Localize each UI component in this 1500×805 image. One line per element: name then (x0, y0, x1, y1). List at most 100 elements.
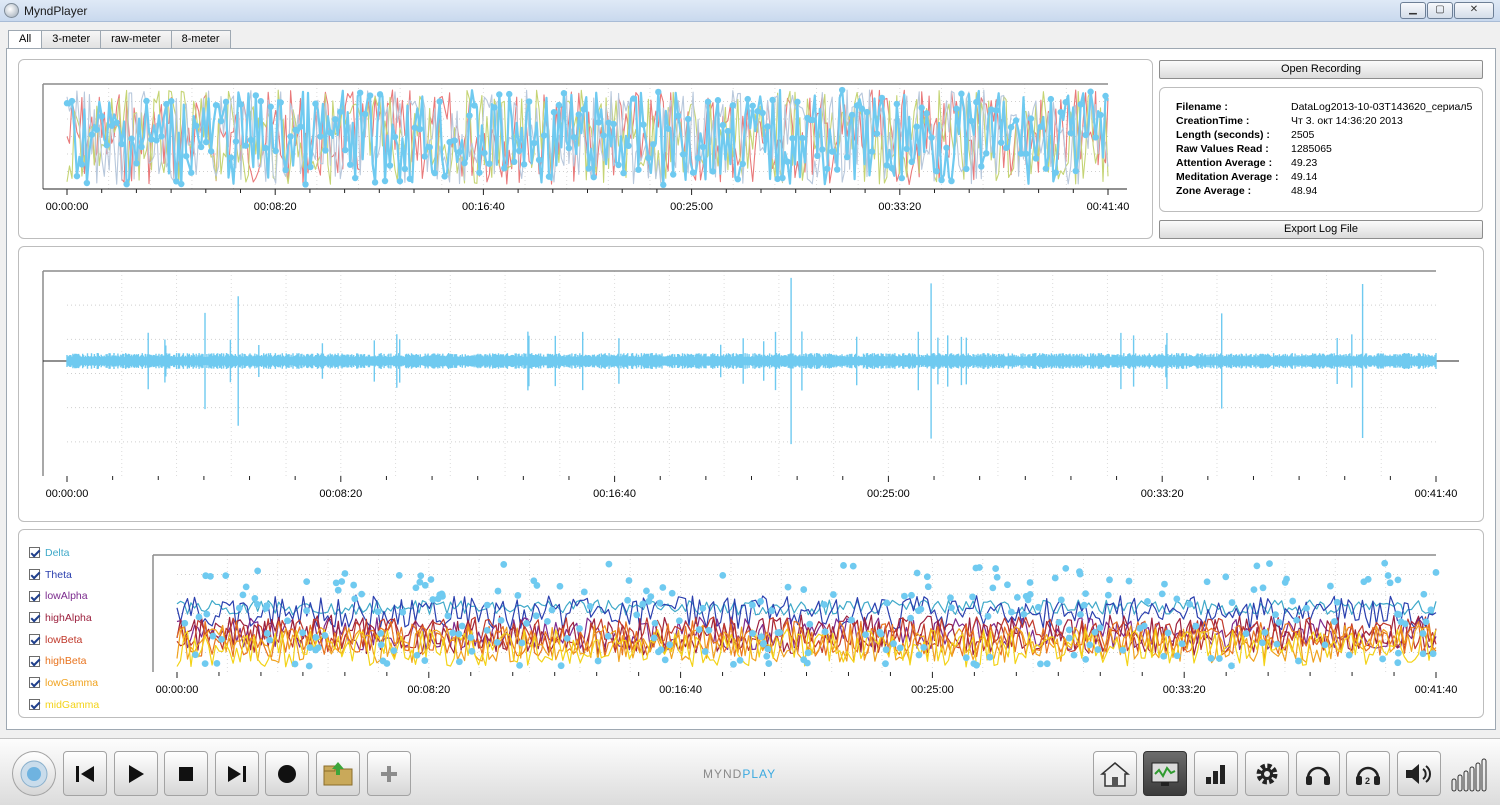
band-point (497, 616, 505, 624)
band-point (947, 594, 954, 602)
band-point (849, 562, 857, 570)
meter-series-point (361, 110, 369, 118)
x-axis: 00:00:00 00:08:20 00:16:40 00:25:00 00:33:20… (46, 189, 1129, 213)
window-controls: ▁ ▢ ✕ (1399, 2, 1494, 19)
meter-series-point (337, 108, 344, 116)
meter-series-point (580, 106, 587, 113)
meter-series-point (938, 176, 945, 184)
meter-series-point (933, 168, 940, 175)
meter-series-point (530, 139, 538, 147)
meter-series-point (431, 169, 438, 177)
band-point (668, 589, 676, 597)
tab-bar: All 3-meter raw-meter 8-meter (8, 30, 231, 49)
band-point (421, 657, 429, 664)
band-point (920, 643, 928, 651)
band-point (800, 656, 808, 664)
meter-series-point (973, 98, 980, 106)
band-point (764, 645, 772, 653)
meter-series-point (93, 126, 101, 133)
home-icon (1100, 761, 1130, 787)
open-folder-button[interactable] (316, 751, 360, 796)
band-point (548, 606, 556, 614)
band-point (284, 617, 291, 625)
band-point (516, 661, 523, 669)
home-button[interactable] (1093, 751, 1137, 796)
meter-series-point (178, 180, 185, 188)
add-button[interactable] (367, 751, 411, 796)
band-point (605, 560, 613, 568)
meter-series-point (297, 123, 304, 130)
band-point (299, 629, 307, 637)
maximize-button[interactable]: ▢ (1427, 2, 1453, 19)
band-point (263, 630, 271, 637)
meter-series-point (347, 161, 354, 168)
meter-series-point (630, 95, 637, 102)
meter-series-point (645, 154, 652, 162)
disc-button[interactable] (12, 751, 56, 796)
band-point (543, 617, 551, 625)
headphones-button[interactable] (1296, 751, 1340, 796)
chart-grid (67, 271, 1436, 476)
tab-8-meter[interactable]: 8-meter (170, 30, 231, 48)
headphones-2-button[interactable]: 2 (1346, 751, 1390, 796)
play-button[interactable] (114, 751, 158, 796)
band-point (986, 653, 994, 661)
meter-series-point (838, 86, 846, 94)
meter-series-point (1092, 134, 1099, 141)
band-point (557, 662, 565, 670)
volume-button[interactable] (1397, 751, 1441, 796)
info-row: Length (seconds) : 2505 (1176, 128, 1472, 142)
meter-series-point (873, 130, 881, 137)
meter-series-point (744, 95, 751, 103)
band-point (303, 578, 311, 586)
meter-series-point (128, 135, 135, 142)
meter-series-point (68, 97, 76, 105)
stop-button[interactable] (164, 751, 208, 796)
skip-forward-button[interactable] (215, 751, 259, 796)
tab-all[interactable]: All (8, 30, 43, 49)
minimize-button[interactable]: ▁ (1400, 2, 1426, 19)
meter-series-point (520, 161, 528, 168)
band-point (1419, 630, 1427, 637)
bar-chart-button[interactable] (1194, 751, 1238, 796)
band-point (661, 656, 669, 664)
volume-level-icon[interactable] (1450, 755, 1494, 795)
info-value: 48.94 (1291, 185, 1318, 197)
meter-series-point (953, 105, 960, 112)
meter-series-point (83, 179, 91, 187)
open-recording-button[interactable]: Open Recording (1159, 60, 1483, 79)
info-row: Meditation Average : 49.14 (1176, 170, 1472, 184)
meter-series-point (133, 160, 140, 167)
x-tick-label: 00:08:20 (319, 488, 362, 500)
record-button[interactable] (265, 751, 309, 796)
tab-3-meter[interactable]: 3-meter (41, 30, 102, 48)
meter-series-point (242, 142, 250, 149)
band-point (1259, 584, 1267, 592)
export-log-button[interactable]: Export Log File (1159, 220, 1483, 239)
band-point (882, 660, 889, 668)
meter-series-point (267, 103, 274, 110)
bands-chart-panel: Delta Theta lowAlpha highAlpha lowBeta highBe… (18, 529, 1484, 718)
meter-series-point (486, 160, 493, 167)
settings-button[interactable] (1245, 751, 1289, 796)
band-point (201, 660, 209, 668)
band-point (883, 599, 891, 607)
skip-back-button[interactable] (63, 751, 107, 796)
band-point (379, 657, 387, 665)
band-point (1160, 652, 1168, 660)
meter-series-point (168, 97, 175, 105)
raw-chart: 00:00:00 00:08:20 00:16:40 00:25:00 00:33:20… (42, 270, 1459, 500)
meter-series-point (312, 100, 319, 107)
meter-series-point (88, 131, 96, 138)
band-point (213, 659, 221, 667)
band-point (962, 654, 970, 662)
meter-series-point (183, 152, 190, 160)
tab-raw-meter[interactable]: raw-meter (100, 30, 172, 48)
meter-series-point (615, 161, 622, 169)
band-point (1259, 639, 1266, 647)
meter-series-point (674, 112, 682, 120)
maximize-icon: ▢ (1435, 4, 1445, 15)
close-button[interactable]: ✕ (1454, 2, 1494, 19)
monitor-button[interactable] (1143, 751, 1187, 796)
meter-series-point (1097, 111, 1104, 119)
